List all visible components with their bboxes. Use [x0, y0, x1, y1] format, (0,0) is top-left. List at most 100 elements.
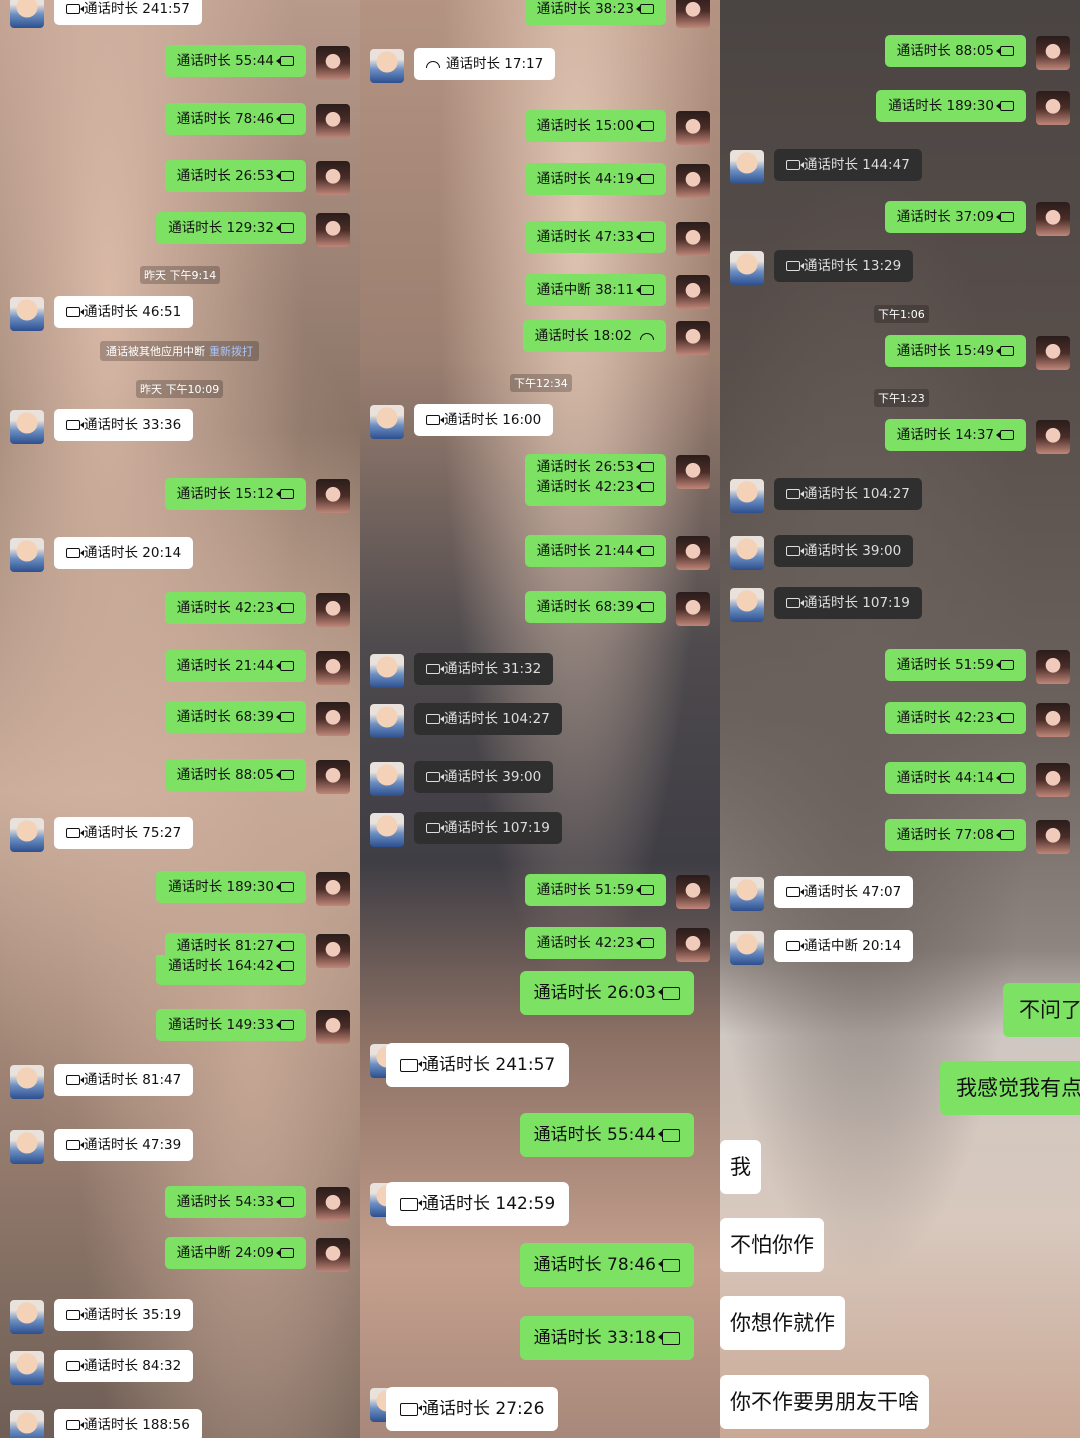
call-bubble[interactable]: 通话时长 47:33 [524, 221, 666, 253]
call-bubble[interactable]: 通话时长 35:19 [54, 1299, 194, 1331]
avatar[interactable] [1036, 336, 1070, 370]
call-bubble[interactable]: 通话中断 20:14 [774, 930, 914, 962]
call-bubble[interactable]: 通话时长 77:08 [884, 819, 1026, 851]
call-bubble[interactable]: 通话时长 75:27 [54, 817, 194, 849]
avatar[interactable] [676, 875, 710, 909]
avatar[interactable] [676, 592, 710, 626]
avatar[interactable] [10, 818, 44, 852]
call-bubble[interactable]: 通话时长 31:32 [414, 653, 554, 685]
avatar[interactable] [10, 1300, 44, 1334]
avatar[interactable] [316, 161, 350, 195]
call-bubble[interactable]: 通话时长 104:27 [414, 703, 562, 735]
call-bubble[interactable]: 通话时长 129:32 [156, 212, 306, 244]
call-bubble[interactable]: 通话时长 84:32 [54, 1350, 194, 1382]
call-bubble[interactable]: 通话时长 241:57 [54, 0, 202, 25]
avatar[interactable] [676, 164, 710, 198]
call-bubble[interactable]: 通话时长 13:29 [774, 250, 914, 282]
avatar[interactable] [1036, 763, 1070, 797]
avatar[interactable] [676, 321, 710, 355]
avatar[interactable] [730, 931, 764, 965]
avatar[interactable] [676, 536, 710, 570]
avatar[interactable] [316, 1187, 350, 1221]
call-bubble[interactable]: 通话时长 46:51 [54, 296, 194, 328]
call-bubble[interactable]: 通话时长 44:14 [884, 762, 1026, 794]
avatar[interactable] [1036, 820, 1070, 854]
avatar[interactable] [316, 479, 350, 513]
call-bubble[interactable]: 通话时长 17:17 [414, 48, 556, 80]
call-bubble[interactable]: 通话时长 33:36 [54, 409, 194, 441]
call-bubble[interactable]: 通话时长 33:18 [519, 1316, 694, 1360]
call-bubble[interactable]: 通话时长 21:44 [524, 535, 666, 567]
avatar[interactable] [316, 651, 350, 685]
chat-text-bubble[interactable]: 我感觉我有点 [940, 1061, 1080, 1115]
avatar[interactable] [316, 1238, 350, 1272]
call-bubble[interactable]: 通话时长 189:30 [156, 871, 306, 903]
call-bubble[interactable]: 通话时长 81:47 [54, 1064, 194, 1096]
avatar[interactable] [316, 213, 350, 247]
avatar[interactable] [676, 928, 710, 962]
call-bubble[interactable]: 通话时长 39:00 [414, 761, 554, 793]
call-bubble[interactable]: 通话时长 241:57 [386, 1043, 570, 1087]
call-bubble[interactable]: 通话时长 142:59 [386, 1182, 570, 1226]
call-bubble[interactable]: 通话时长 20:14 [54, 537, 194, 569]
call-bubble[interactable]: 通话时长 88:05 [164, 759, 306, 791]
call-bubble[interactable]: 通话时长 37:09 [884, 201, 1026, 233]
call-bubble[interactable]: 通话时长 55:44 [519, 1113, 694, 1157]
avatar[interactable] [730, 877, 764, 911]
avatar[interactable] [676, 222, 710, 256]
call-bubble[interactable]: 通话时长 107:19 [774, 587, 922, 619]
call-bubble[interactable]: 通话时长 164:42 [156, 955, 306, 985]
call-bubble[interactable]: 通话时长 42:23 [164, 592, 306, 624]
avatar[interactable] [10, 1065, 44, 1099]
avatar[interactable] [316, 1010, 350, 1044]
chat-text-bubble[interactable]: 你想作就作 [720, 1296, 845, 1350]
call-bubble[interactable]: 通话时长 55:44 [164, 45, 306, 77]
call-bubble[interactable]: 通话时长 14:37 [884, 419, 1026, 451]
avatar[interactable] [370, 49, 404, 83]
call-bubble[interactable]: 通话时长 39:00 [774, 535, 914, 567]
call-bubble[interactable]: 通话时长 15:00 [524, 110, 666, 142]
avatar[interactable] [10, 1351, 44, 1385]
avatar[interactable] [316, 104, 350, 138]
avatar[interactable] [10, 1130, 44, 1164]
avatar[interactable] [730, 588, 764, 622]
call-bubble[interactable]: 通话时长 42:23 [884, 702, 1026, 734]
call-bubble[interactable]: 通话时长 68:39 [524, 591, 666, 623]
call-bubble[interactable]: 通话时长 18:02 [522, 320, 666, 352]
avatar[interactable] [370, 762, 404, 796]
avatar[interactable] [316, 934, 350, 968]
chat-text-bubble[interactable]: 我 [720, 1140, 761, 1194]
avatar[interactable] [676, 111, 710, 145]
avatar[interactable] [370, 654, 404, 688]
call-bubble[interactable]: 通话时长 16:00 [414, 404, 554, 436]
avatar[interactable] [370, 813, 404, 847]
avatar[interactable] [10, 410, 44, 444]
call-bubble[interactable]: 通话时长 15:49 [884, 335, 1026, 367]
avatar[interactable] [676, 275, 710, 309]
call-bubble[interactable]: 通话时长 26:53 [164, 160, 306, 192]
call-bubble[interactable]: 通话时长 188:56 [54, 1409, 202, 1438]
avatar[interactable] [730, 536, 764, 570]
avatar[interactable] [370, 405, 404, 439]
avatar[interactable] [730, 150, 764, 184]
call-bubble[interactable]: 通话时长 47:39 [54, 1129, 194, 1161]
call-bubble[interactable]: 通话中断 38:11 [524, 274, 666, 306]
call-bubble[interactable]: 通话时长 51:59 [884, 649, 1026, 681]
avatar[interactable] [1036, 703, 1070, 737]
call-bubble[interactable]: 通话时长 104:27 [774, 478, 922, 510]
avatar[interactable] [316, 760, 350, 794]
chat-text-bubble[interactable]: 不怕你作 [720, 1218, 824, 1272]
call-bubble[interactable]: 通话时长 27:26 [386, 1387, 559, 1431]
chat-text-bubble[interactable]: 不问了 [1003, 983, 1080, 1037]
call-bubble[interactable]: 通话时长 78:46 [164, 103, 306, 135]
avatar[interactable] [730, 251, 764, 285]
call-bubble[interactable]: 通话时长 54:33 [164, 1186, 306, 1218]
call-bubble[interactable]: 通话时长 44:19 [524, 163, 666, 195]
avatar[interactable] [10, 297, 44, 331]
call-bubble[interactable]: 通话时长 78:46 [519, 1243, 694, 1287]
call-bubble[interactable]: 通话时长 88:05 [884, 35, 1026, 67]
avatar[interactable] [676, 0, 710, 28]
avatar[interactable] [316, 593, 350, 627]
avatar[interactable] [10, 0, 44, 28]
call-bubble[interactable]: 通话时长 42:23 [524, 927, 666, 959]
